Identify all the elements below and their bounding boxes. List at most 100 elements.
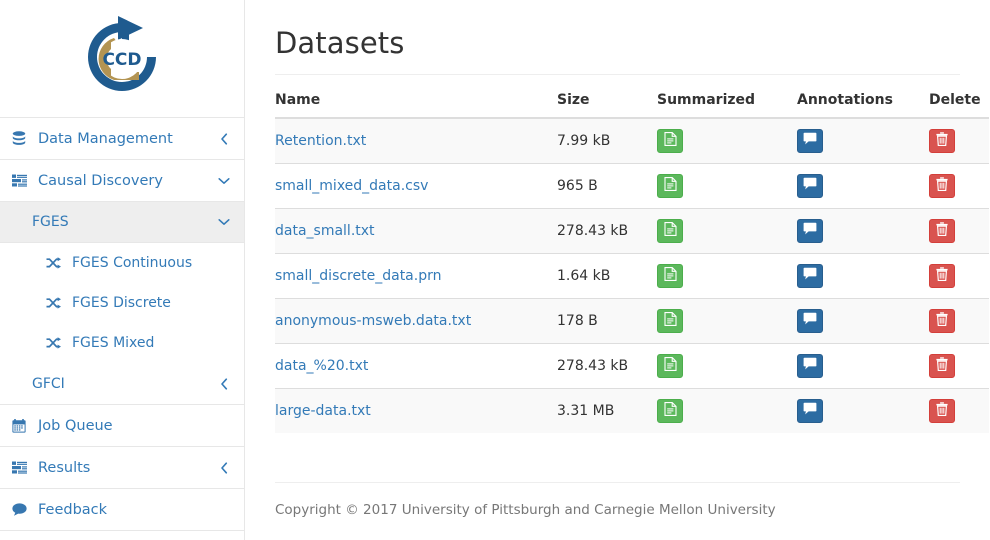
cell-name: small_discrete_data.prn — [275, 252, 557, 299]
sidebar-link-gfci[interactable]: GFCI — [0, 363, 244, 404]
trash-icon — [936, 312, 948, 330]
summarize-button[interactable] — [657, 353, 683, 378]
sidebar-item-job-queue[interactable]: Job Queue — [0, 405, 244, 447]
cell-delete — [929, 297, 989, 344]
sidebar-item-causal-discovery[interactable]: Causal Discovery — [0, 160, 244, 202]
annotations-button[interactable] — [797, 308, 823, 333]
page-title: Datasets — [275, 26, 405, 60]
cell-name: data_%20.txt — [275, 342, 557, 389]
sidebar-item-label: Feedback — [38, 501, 108, 518]
chevron-left-icon — [218, 461, 230, 474]
delete-button[interactable] — [929, 263, 955, 288]
cell-annotations — [797, 207, 929, 254]
sidebar-link-job-queue[interactable]: Job Queue — [0, 405, 244, 446]
delete-button[interactable] — [929, 398, 955, 423]
sidebar-item-fges-discrete[interactable]: FGES Discrete — [0, 283, 244, 323]
comment-icon — [803, 402, 817, 419]
table-body: Retention.txt 7.99 kB small_mixed_data.csv… — [275, 117, 989, 433]
file-text-icon — [663, 356, 677, 375]
sidebar-link-causal-discovery[interactable]: Causal Discovery — [0, 160, 244, 201]
trash-icon — [936, 132, 948, 150]
comment-icon — [803, 267, 817, 284]
cell-annotations — [797, 162, 929, 209]
summarize-button[interactable] — [657, 173, 683, 198]
annotations-button[interactable] — [797, 353, 823, 378]
dataset-name-link[interactable]: small_discrete_data.prn — [275, 268, 441, 284]
delete-button[interactable] — [929, 218, 955, 243]
summarize-button[interactable] — [657, 398, 683, 423]
comment-icon — [803, 312, 817, 329]
sidebar-item-data-management[interactable]: Data Management — [0, 118, 244, 160]
column-header-name: Name — [275, 83, 557, 119]
app-root: CCD Data Management Causal Discovery FGE… — [0, 0, 990, 540]
cell-summarized — [657, 162, 797, 209]
dataset-name-link[interactable]: small_mixed_data.csv — [275, 178, 428, 194]
brand-header[interactable]: CCD — [0, 0, 244, 118]
file-text-icon — [663, 401, 677, 420]
summarize-button[interactable] — [657, 128, 683, 153]
sidebar-item-fges-mixed[interactable]: FGES Mixed — [0, 323, 244, 363]
annotations-button[interactable] — [797, 398, 823, 423]
cell-name: small_mixed_data.csv — [275, 162, 557, 209]
annotations-button[interactable] — [797, 173, 823, 198]
cell-annotations — [797, 387, 929, 433]
summarize-button[interactable] — [657, 263, 683, 288]
table-header: Name Size Summarized Annotations Delete — [275, 83, 989, 119]
sidebar-link-data-management[interactable]: Data Management — [0, 118, 244, 159]
cell-summarized — [657, 297, 797, 344]
shuffle-icon — [46, 257, 66, 269]
sidebar-item-fges[interactable]: FGES — [0, 202, 244, 243]
cell-annotations — [797, 118, 929, 164]
comment-icon — [12, 503, 32, 516]
sidebar-link-fges-discrete[interactable]: FGES Discrete — [0, 283, 244, 323]
sidebar-item-label: FGES — [32, 214, 69, 230]
table-row: data_%20.txt 278.43 kB — [275, 342, 989, 389]
dataset-name-link[interactable]: data_%20.txt — [275, 358, 368, 374]
file-text-icon — [663, 176, 677, 195]
sidebar-link-fges-continuous[interactable]: FGES Continuous — [0, 243, 244, 283]
annotations-button[interactable] — [797, 218, 823, 243]
delete-button[interactable] — [929, 353, 955, 378]
shuffle-icon — [46, 337, 66, 349]
table-row: Retention.txt 7.99 kB — [275, 117, 989, 164]
column-header-size: Size — [557, 83, 657, 119]
cell-name: anonymous-msweb.data.txt — [275, 297, 557, 344]
sidebar-item-label: Causal Discovery — [38, 172, 163, 189]
tasks-icon — [12, 174, 32, 187]
trash-icon — [936, 177, 948, 195]
dataset-name-link[interactable]: data_small.txt — [275, 223, 375, 239]
sidebar-link-fges-mixed[interactable]: FGES Mixed — [0, 323, 244, 363]
copyright-text: Copyright © 2017 University of Pittsburg… — [275, 502, 776, 518]
annotations-button[interactable] — [797, 128, 823, 153]
sidebar-item-results[interactable]: Results — [0, 447, 244, 489]
delete-button[interactable] — [929, 308, 955, 333]
cell-delete — [929, 252, 989, 299]
sidebar-link-fges[interactable]: FGES — [0, 202, 244, 242]
summarize-button[interactable] — [657, 218, 683, 243]
trash-icon — [936, 267, 948, 285]
cell-summarized — [657, 342, 797, 389]
table-row: large-data.txt 3.31 MB — [275, 387, 989, 433]
table-row: data_small.txt 278.43 kB — [275, 207, 989, 254]
sidebar-item-gfci[interactable]: GFCI — [0, 363, 244, 405]
sidebar-link-feedback[interactable]: Feedback — [0, 489, 244, 530]
sidebar-item-label: FGES Discrete — [72, 295, 171, 311]
dataset-name-link[interactable]: Retention.txt — [275, 133, 366, 149]
summarize-button[interactable] — [657, 308, 683, 333]
comment-icon — [803, 132, 817, 149]
sidebar-item-feedback[interactable]: Feedback — [0, 489, 244, 531]
delete-button[interactable] — [929, 173, 955, 198]
sidebar-link-results[interactable]: Results — [0, 447, 244, 488]
dataset-name-link[interactable]: large-data.txt — [275, 403, 371, 419]
sidebar-nav: Data Management Causal Discovery FGES FG… — [0, 118, 244, 531]
cell-name: Retention.txt — [275, 118, 557, 164]
chevron-down-icon — [218, 177, 230, 185]
dataset-name-link[interactable]: anonymous-msweb.data.txt — [275, 313, 471, 329]
cell-name: data_small.txt — [275, 207, 557, 254]
annotations-button[interactable] — [797, 263, 823, 288]
delete-button[interactable] — [929, 128, 955, 153]
cell-delete — [929, 387, 989, 433]
cell-size: 278.43 kB — [557, 207, 657, 254]
table-row: small_discrete_data.prn 1.64 kB — [275, 252, 989, 299]
sidebar-item-fges-continuous[interactable]: FGES Continuous — [0, 243, 244, 283]
